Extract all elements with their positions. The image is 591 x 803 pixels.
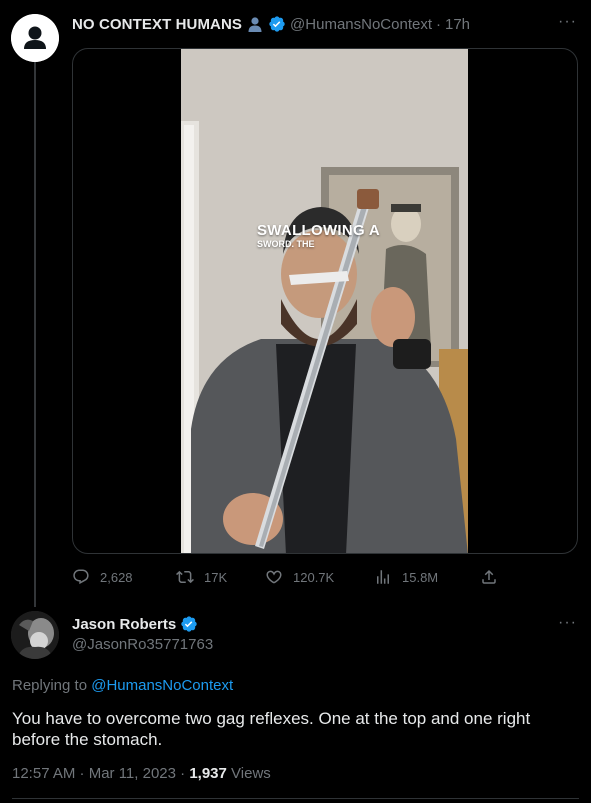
reply-author-handle[interactable]: @JasonRo35771763 xyxy=(72,636,213,653)
retweet-button[interactable]: 17K xyxy=(176,568,227,586)
verified-badge-icon[interactable] xyxy=(180,615,198,633)
reply-button[interactable]: 2,628 xyxy=(72,568,133,586)
views-button[interactable]: 15.8M xyxy=(374,568,438,586)
replying-to-line: Replying to @HumansNoContext xyxy=(12,677,233,694)
reply-icon xyxy=(73,569,89,585)
retweet-count: 17K xyxy=(204,569,228,585)
retweet-icon xyxy=(176,570,194,584)
reply-author-name-row: Jason Roberts xyxy=(72,615,198,633)
views-label: Views xyxy=(231,765,271,782)
verified-badge-icon[interactable] xyxy=(268,15,286,33)
tweet-thread-page: NO CONTEXT HUMANS @HumansNoContext · 17h… xyxy=(0,0,591,803)
tweet-timestamp[interactable]: 12:57 AM · Mar 11, 2023 · xyxy=(12,765,185,782)
more-options-button[interactable]: ··· xyxy=(558,14,577,30)
replying-to-link[interactable]: @HumansNoContext xyxy=(91,677,233,694)
more-options-button[interactable]: ··· xyxy=(558,615,577,631)
heart-icon xyxy=(266,570,282,584)
author-name[interactable]: NO CONTEXT HUMANS xyxy=(72,16,242,33)
avatar[interactable] xyxy=(11,611,59,659)
like-button[interactable]: 120.7K xyxy=(265,568,334,586)
reply-author-name[interactable]: Jason Roberts xyxy=(72,616,176,633)
views-chart-icon xyxy=(377,570,389,584)
tweet-action-bar: 2,628 17K 120.7K 15.8M xyxy=(72,566,502,588)
video-still-illustration xyxy=(181,49,468,553)
user-photo-avatar xyxy=(11,611,59,659)
person-silhouette-icon xyxy=(246,15,264,33)
tweet-metadata: 12:57 AM · Mar 11, 2023 · 1,937 Views xyxy=(12,765,271,782)
like-count: 120.7K xyxy=(293,569,335,585)
share-button[interactable] xyxy=(480,568,498,586)
views-total: 1,937 xyxy=(189,765,227,782)
divider xyxy=(12,798,579,799)
views-count: 15.8M xyxy=(402,569,439,585)
author-handle[interactable]: @HumansNoContext xyxy=(290,16,432,33)
video-frame[interactable]: SWALLOWING A SWORD. THE xyxy=(181,49,468,553)
thread-connector-line xyxy=(34,62,36,607)
separator-dot: · xyxy=(436,15,441,33)
tweet-time[interactable]: 17h xyxy=(445,16,470,33)
replying-to-prefix: Replying to xyxy=(12,677,88,694)
avatar[interactable] xyxy=(11,14,59,62)
caption-line-1: SWALLOWING A xyxy=(257,222,381,239)
reply-count: 2,628 xyxy=(100,569,133,585)
video-caption: SWALLOWING A SWORD. THE xyxy=(257,223,380,249)
caption-line-2: SWORD. THE xyxy=(257,239,315,249)
share-icon xyxy=(482,569,496,584)
default-avatar-icon xyxy=(11,14,59,62)
tweet-video[interactable]: SWALLOWING A SWORD. THE xyxy=(72,48,578,554)
tweet-header: NO CONTEXT HUMANS @HumansNoContext · 17h xyxy=(72,14,470,34)
reply-tweet-text: You have to overcome two gag reflexes. O… xyxy=(12,709,531,749)
